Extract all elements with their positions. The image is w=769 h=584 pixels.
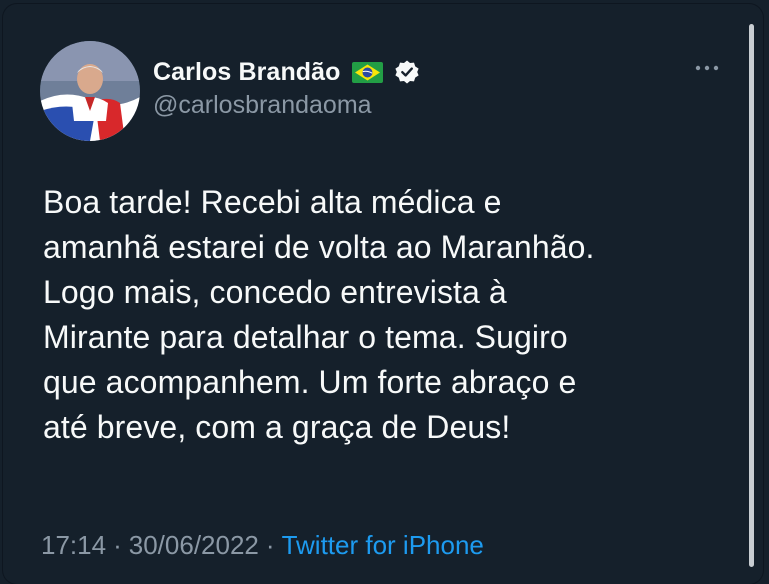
tweet-card: Carlos Brandão @carlosbrandaoma Boa tard…	[3, 4, 763, 584]
scrollbar-thumb[interactable]	[749, 24, 754, 567]
brazil-flag-icon	[351, 61, 383, 83]
avatar[interactable]	[40, 41, 140, 141]
more-options-button[interactable]	[691, 56, 723, 80]
tweet-time[interactable]: 17:14	[41, 530, 106, 560]
tweet-source-link[interactable]: Twitter for iPhone	[282, 530, 484, 560]
avatar-image	[40, 41, 140, 141]
more-options-icon	[695, 65, 719, 71]
author-name-row: Carlos Brandão	[153, 54, 420, 90]
meta-separator: ·	[113, 530, 122, 560]
tweet-meta: 17:14 · 30/06/2022 · Twitter for iPhone	[41, 530, 484, 561]
scrollbar[interactable]	[747, 24, 757, 567]
author-handle[interactable]: @carlosbrandaoma	[153, 91, 372, 120]
meta-separator: ·	[265, 530, 275, 560]
author-display-name[interactable]: Carlos Brandão	[153, 58, 341, 87]
tweet-text: Boa tarde! Recebi alta médica e amanhã e…	[43, 184, 595, 445]
verified-badge-icon	[394, 59, 420, 85]
tweet-date[interactable]: 30/06/2022	[129, 530, 259, 560]
